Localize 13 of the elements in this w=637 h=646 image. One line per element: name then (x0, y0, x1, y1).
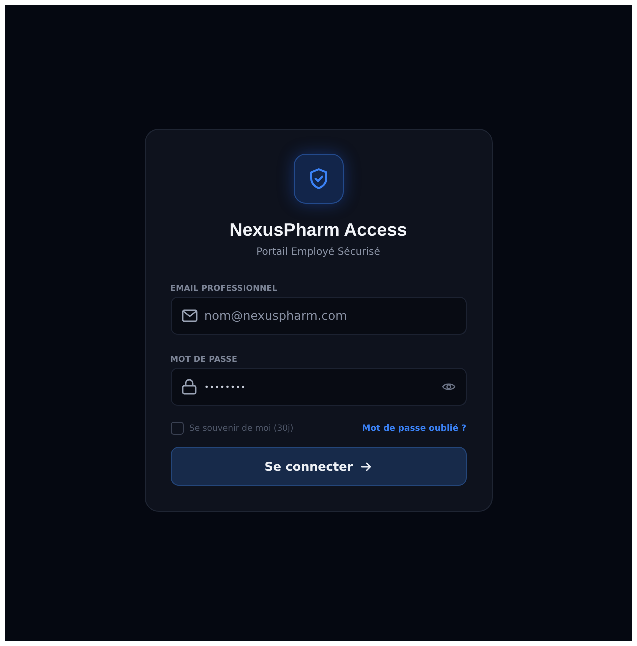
remember-label: Se souvenir de moi (30j) (190, 424, 294, 434)
forgot-password-link[interactable]: Mot de passe oublié ? (362, 424, 466, 434)
remember-checkbox[interactable] (170, 422, 184, 435)
arrow-right-icon (361, 462, 372, 472)
app-subtitle: Portail Employé Sécurisé (256, 247, 380, 258)
field-label: MOT DE PASSE (170, 355, 239, 364)
login-button[interactable]: Se connecter (170, 447, 466, 486)
field-label: EMAIL PROFESSIONNEL (170, 284, 279, 293)
shield-check-icon (294, 154, 344, 204)
eye-icon[interactable] (442, 382, 456, 392)
email-field[interactable]: nom@nexuspharm.com (170, 297, 466, 335)
password-field[interactable]: •••••••• (170, 368, 466, 406)
app-title: NexusPharm Access (230, 220, 408, 241)
